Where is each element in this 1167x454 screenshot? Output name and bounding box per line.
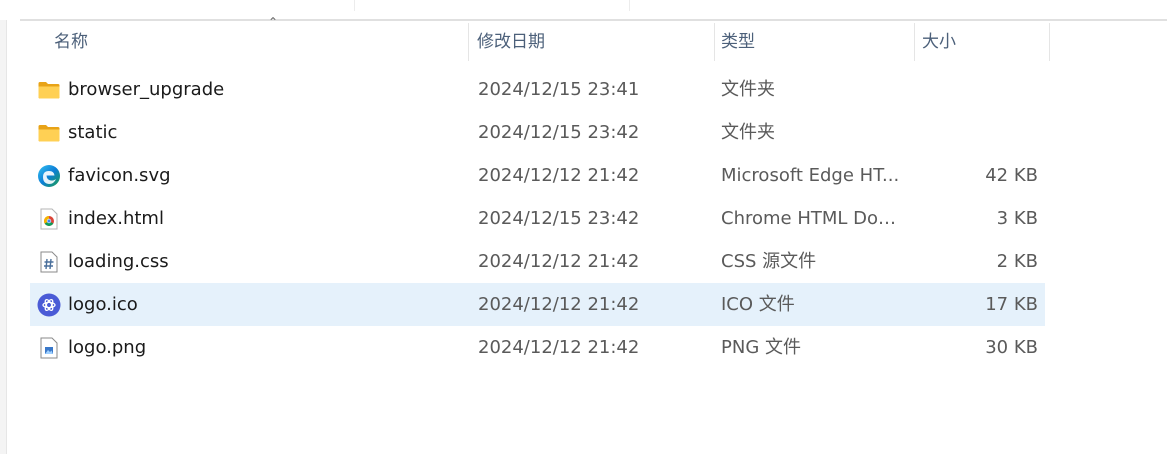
file-name: browser_upgrade — [68, 79, 225, 100]
file-row[interactable]: browser_upgrade 2024/12/15 23:41 文件夹 — [30, 68, 1045, 111]
toolbar-strip — [0, 0, 1167, 21]
folder-icon — [38, 125, 60, 142]
file-name: logo.ico — [68, 294, 138, 315]
file-date: 2024/12/15 23:42 — [478, 122, 640, 143]
file-size: 30 KB — [985, 337, 1038, 358]
file-type: Chrome HTML Doc... — [721, 208, 901, 229]
file-type: ICO 文件 — [721, 294, 795, 315]
file-size: 42 KB — [985, 165, 1038, 186]
sort-ascending-icon: ⌃ — [268, 15, 279, 29]
file-list: browser_upgrade 2024/12/15 23:41 文件夹 sta… — [30, 68, 1045, 369]
file-row[interactable]: logo.png 2024/12/12 21:42 PNG 文件 30 KB — [30, 326, 1045, 369]
chrome-html-icon — [40, 208, 58, 230]
file-row[interactable]: loading.css 2024/12/12 21:42 CSS 源文件 2 K… — [30, 240, 1045, 283]
file-type: Microsoft Edge HT... — [721, 165, 900, 186]
file-name: favicon.svg — [68, 165, 171, 186]
file-size — [915, 68, 1038, 111]
file-row[interactable]: index.html 2024/12/15 23:42 Chrome HTML … — [30, 197, 1045, 240]
column-header-type[interactable]: 类型 — [715, 21, 915, 63]
file-date: 2024/12/15 23:42 — [478, 208, 640, 229]
file-date: 2024/12/12 21:42 — [478, 165, 640, 186]
image-file-icon — [40, 337, 58, 359]
toolbar-separator — [629, 0, 630, 11]
file-size: 3 KB — [996, 208, 1038, 229]
edge-icon — [38, 165, 60, 187]
column-header-bar: ⌃ 名称 修改日期 类型 大小 — [30, 15, 1050, 63]
file-date: 2024/12/15 23:41 — [478, 79, 640, 100]
file-row[interactable]: logo.ico 2024/12/12 21:42 ICO 文件 17 KB — [30, 283, 1045, 326]
file-size: 17 KB — [985, 294, 1038, 315]
css-file-icon — [40, 251, 58, 273]
column-header-date[interactable]: 修改日期 — [471, 21, 715, 63]
column-header-size[interactable]: 大小 — [916, 21, 1050, 63]
file-name: static — [68, 122, 118, 143]
file-row[interactable]: static 2024/12/15 23:42 文件夹 — [30, 111, 1045, 154]
file-size — [915, 111, 1038, 154]
openai-logo-icon — [37, 293, 61, 317]
column-header-date-label: 修改日期 — [477, 32, 545, 52]
file-date: 2024/12/12 21:42 — [478, 294, 640, 315]
file-date: 2024/12/12 21:42 — [478, 251, 640, 272]
file-type: 文件夹 — [721, 79, 775, 100]
column-divider[interactable] — [1049, 23, 1050, 61]
column-header-name-label: 名称 — [54, 32, 88, 52]
file-row[interactable]: favicon.svg 2024/12/12 21:42 Microsoft E… — [30, 154, 1045, 197]
file-type: CSS 源文件 — [721, 251, 817, 272]
toolbar-separator — [354, 0, 355, 11]
column-header-type-label: 类型 — [721, 32, 755, 52]
file-name: loading.css — [68, 251, 169, 272]
file-date: 2024/12/12 21:42 — [478, 337, 640, 358]
file-size: 2 KB — [996, 251, 1038, 272]
file-name: index.html — [68, 208, 164, 229]
column-divider[interactable] — [468, 23, 469, 61]
column-divider[interactable] — [914, 23, 915, 61]
column-header-size-label: 大小 — [922, 32, 956, 52]
folder-icon — [38, 82, 60, 99]
file-explorer-window: ⌃ 名称 修改日期 类型 大小 browser_upgrade 2024/12/… — [0, 0, 1167, 454]
file-name: logo.png — [68, 337, 147, 358]
file-type: 文件夹 — [721, 122, 775, 143]
column-header-name[interactable]: ⌃ 名称 — [48, 15, 469, 63]
file-type: PNG 文件 — [721, 337, 801, 358]
navigation-pane-edge — [0, 0, 7, 454]
